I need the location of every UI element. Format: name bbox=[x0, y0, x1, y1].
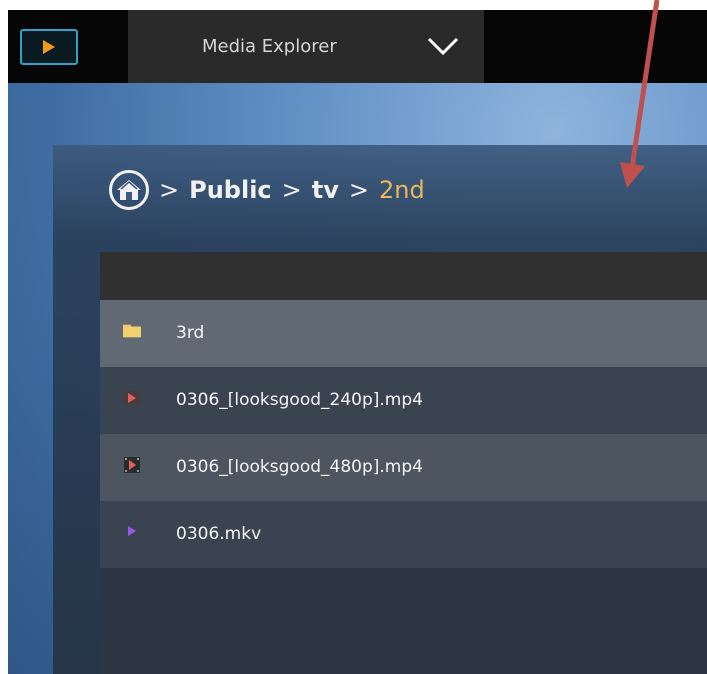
app-switcher-dropdown[interactable]: Media Explorer bbox=[128, 10, 484, 83]
breadcrumb: > Public > tv > 2nd bbox=[109, 168, 425, 212]
chevron-down-icon bbox=[427, 37, 459, 56]
list-item-folder[interactable]: 3rd bbox=[100, 300, 707, 367]
file-list-header bbox=[100, 252, 707, 300]
breadcrumb-item-public[interactable]: Public bbox=[189, 176, 272, 204]
list-item-file[interactable]: 0306_[looksgood_480p].mp4 bbox=[100, 434, 707, 501]
breadcrumb-current: 2nd bbox=[379, 176, 425, 204]
video-file-icon bbox=[124, 391, 140, 405]
file-name: 0306_[looksgood_480p].mp4 bbox=[176, 457, 423, 477]
breadcrumb-separator: > bbox=[281, 176, 302, 204]
breadcrumb-separator: > bbox=[348, 176, 369, 204]
home-button[interactable] bbox=[109, 170, 149, 210]
app-window: Media Explorer > Public > tv > 2nd 3rd 0… bbox=[8, 10, 707, 674]
breadcrumb-item-tv[interactable]: tv bbox=[312, 176, 339, 204]
list-item-file[interactable]: 0306.mkv bbox=[100, 501, 707, 568]
home-icon bbox=[117, 180, 141, 200]
media-app-button[interactable] bbox=[20, 29, 78, 65]
file-name: 0306_[looksgood_240p].mp4 bbox=[176, 390, 423, 410]
file-list: 3rd 0306_[looksgood_240p].mp4 0306_[look… bbox=[100, 252, 707, 674]
folder-icon bbox=[123, 324, 141, 338]
play-icon bbox=[43, 40, 55, 54]
app-title: Media Explorer bbox=[202, 36, 337, 57]
file-name: 0306.mkv bbox=[176, 524, 262, 544]
list-item-file[interactable]: 0306_[looksgood_240p].mp4 bbox=[100, 367, 707, 434]
mkv-file-icon bbox=[128, 526, 136, 536]
breadcrumb-separator: > bbox=[159, 176, 180, 204]
film-file-icon bbox=[124, 457, 140, 473]
file-name: 3rd bbox=[176, 323, 205, 343]
top-bar: Media Explorer bbox=[8, 10, 707, 83]
file-browser-panel: > Public > tv > 2nd 3rd 0306_[looksgood_… bbox=[53, 145, 707, 674]
